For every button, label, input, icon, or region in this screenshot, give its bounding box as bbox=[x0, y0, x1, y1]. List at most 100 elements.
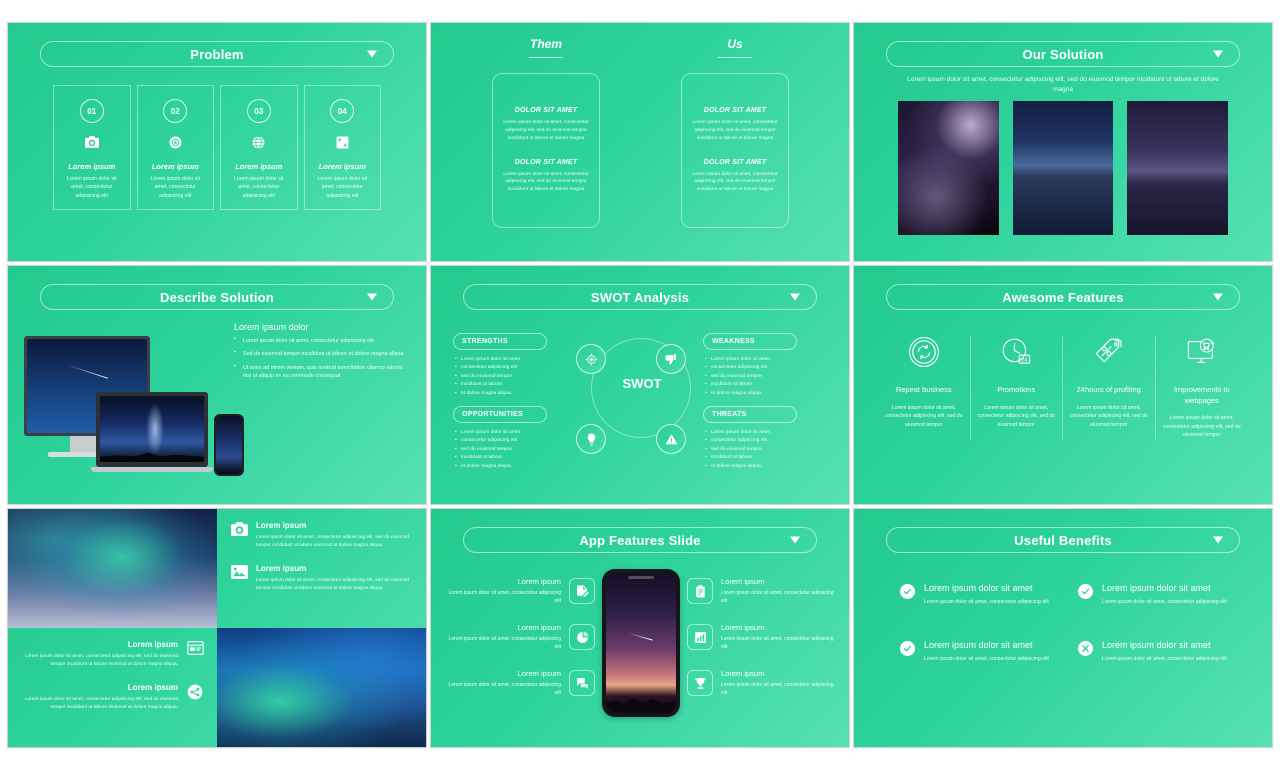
slide-title-pill[interactable]: SWOT Analysis bbox=[463, 284, 817, 310]
slide-problem[interactable]: Problem 01 Lorem ipsum Lorem ipsum dolor… bbox=[7, 22, 427, 262]
document-edit-icon[interactable] bbox=[569, 578, 595, 604]
slide-title-pill[interactable]: Our Solution bbox=[886, 41, 1240, 67]
list-item[interactable]: Lorem ipsum Lorem ipsum dolor sit amet, … bbox=[687, 577, 837, 605]
page-title: Problem bbox=[190, 46, 244, 62]
aurora-snowfield-photo[interactable] bbox=[8, 509, 217, 628]
list-item[interactable]: Lorem ipsum dolor sit amet Lorem ipsum d… bbox=[900, 640, 1064, 663]
camera-icon bbox=[229, 521, 249, 550]
trophy-icon[interactable] bbox=[687, 670, 713, 696]
picture-icon bbox=[229, 564, 249, 593]
benefit-heading: Lorem ipsum dolor sit amet bbox=[924, 583, 1033, 593]
card-heading: DOLOR SIT AMET bbox=[514, 158, 578, 166]
swot-label-opportunities[interactable]: OPPORTUNITIES bbox=[453, 406, 547, 423]
benefit-heading: Lorem ipsum dolor sit amet bbox=[1102, 583, 1211, 593]
chevron-down-icon[interactable] bbox=[1213, 293, 1223, 301]
comparison-card[interactable]: DOLOR SIT AMET Lorem ipsum dolor sit ame… bbox=[492, 73, 600, 228]
list-item-body: Lorem ipsum dolor sit amet, consectetur … bbox=[24, 654, 178, 667]
comparison-card[interactable]: DOLOR SIT AMET Lorem ipsum dolor sit ame… bbox=[681, 73, 789, 228]
bar-chart-doc-icon[interactable] bbox=[687, 624, 713, 650]
smartphone-mockup bbox=[214, 414, 244, 476]
slide-title-pill[interactable]: Awesome Features bbox=[886, 284, 1240, 310]
milky-way-photo[interactable] bbox=[898, 101, 999, 235]
check-circle-icon bbox=[900, 584, 915, 599]
slide-deck-grid: Problem 01 Lorem ipsum Lorem ipsum dolor… bbox=[0, 0, 1280, 760]
list-item[interactable]: 03 Lorem ipsum Lorem ipsum dolor sit ame… bbox=[220, 85, 298, 210]
slide-swot-analysis[interactable]: SWOT Analysis STRENGTHS Lorem ipsum dolo… bbox=[430, 265, 850, 505]
list-item[interactable]: Repeat business Lorem ipsum dolor sit am… bbox=[878, 336, 971, 440]
chevron-down-icon[interactable] bbox=[1213, 536, 1223, 544]
slide-title-pill[interactable]: Problem bbox=[40, 41, 394, 67]
benefit-body: Lorem ipsum dolor sit amet, consectetur … bbox=[1102, 656, 1227, 663]
slide-title-pill[interactable]: Describe Solution bbox=[40, 284, 394, 310]
swot-label-weakness[interactable]: WEAKNESS bbox=[703, 333, 797, 350]
slide-awesome-features[interactable]: Awesome Features Repeat business Lorem i… bbox=[853, 265, 1273, 505]
card-body: Lorem ipsum dolor sit amet, consectetur … bbox=[503, 120, 589, 141]
lightbulb-icon[interactable] bbox=[576, 424, 606, 454]
list-item[interactable]: Lorem ipsum Lorem ipsum dolor sit amet, … bbox=[445, 669, 595, 697]
slide-our-solution[interactable]: Our Solution Lorem ipsum dolor sit amet,… bbox=[853, 22, 1273, 262]
smartphone-sunset-mockup bbox=[602, 569, 680, 717]
slide-title-pill[interactable]: Useful Benefits bbox=[886, 527, 1240, 553]
app-feature-list-left: Lorem ipsum Lorem ipsum dolor sit amet, … bbox=[445, 577, 595, 715]
list-item-heading: Lorem ipsum bbox=[721, 623, 765, 632]
swot-list-threats: Lorem ipsum dolor sit amet consectetur a… bbox=[705, 429, 801, 472]
list-item[interactable]: 04 Lorem ipsum Lorem ipsum dolor sit ame… bbox=[303, 85, 381, 210]
pie-chart-icon[interactable] bbox=[569, 624, 595, 650]
list-item-body: Lorem ipsum dolor sit amet, consectetur … bbox=[721, 636, 834, 650]
list-item-body: Lorem ipsum dolor sit amet, consectetur … bbox=[721, 590, 834, 604]
list-item-body: Lorem ipsum dolor sit amet, consectetur … bbox=[150, 176, 201, 199]
problem-card-list: 01 Lorem ipsum Lorem ipsum dolor sit ame… bbox=[53, 85, 381, 210]
list-item[interactable]: Lorem ipsum Lorem ipsum dolor sit amet, … bbox=[687, 669, 837, 697]
list-item[interactable]: Lorem ipsum dolor sit amet Lorem ipsum d… bbox=[1078, 583, 1242, 606]
step-number-badge: 03 bbox=[246, 99, 271, 123]
warning-icon[interactable] bbox=[656, 424, 686, 454]
check-circle-icon bbox=[900, 641, 915, 657]
list-item[interactable]: Lorem ipsum Lorem ipsum dolor sit amet, … bbox=[229, 564, 414, 593]
list-item[interactable]: Lorem ipsum Lorem ipsum dolor sit amet, … bbox=[20, 683, 205, 712]
page-title: SWOT Analysis bbox=[590, 289, 690, 305]
list-item[interactable]: Lorem ipsum Lorem ipsum dolor sit amet, … bbox=[687, 623, 837, 651]
quad-text-panel-bottom: Lorem ipsum Lorem ipsum dolor sit amet, … bbox=[8, 628, 217, 747]
clipboard-icon[interactable] bbox=[687, 578, 713, 604]
chevron-down-icon[interactable] bbox=[1213, 50, 1223, 58]
chevron-down-icon[interactable] bbox=[367, 50, 377, 58]
chat-bubbles-icon[interactable] bbox=[569, 670, 595, 696]
chevron-down-icon[interactable] bbox=[790, 536, 800, 544]
clock-24h-icon: 24 bbox=[1000, 336, 1032, 368]
list-item[interactable]: Lorem ipsum Lorem ipsum dolor sit amet, … bbox=[445, 623, 595, 651]
slide-image-quad[interactable]: Lorem ipsum Lorem ipsum dolor sit amet, … bbox=[7, 508, 427, 748]
list-item[interactable]: 02 Lorem ipsum Lorem ipsum dolor sit ame… bbox=[136, 85, 214, 210]
list-item[interactable]: Lorem ipsum dolor sit amet Lorem ipsum d… bbox=[900, 583, 1064, 606]
target-icon[interactable] bbox=[576, 344, 606, 374]
aurora-mountain-photo[interactable] bbox=[217, 628, 426, 747]
list-item: consectetur adipiscing elit bbox=[455, 437, 551, 446]
benefit-body: Lorem ipsum dolor sit amet, consectetur … bbox=[1102, 599, 1227, 605]
slide-title-pill[interactable]: App Features Slide bbox=[463, 527, 817, 553]
list-item: incididunt ut labore bbox=[705, 381, 801, 390]
chevron-down-icon[interactable] bbox=[367, 293, 377, 301]
list-item[interactable]: 24hours of profiting Lorem ipsum dolor s… bbox=[1063, 336, 1156, 440]
list-item-body: Lorem ipsum dolor sit amet, consectetur … bbox=[448, 590, 561, 604]
list-item[interactable]: Lorem ipsum Lorem ipsum dolor sit amet, … bbox=[229, 521, 414, 550]
slide-describe-solution[interactable]: Describe Solution Lorem ipsum dolor Lore… bbox=[7, 265, 427, 505]
check-circle-icon bbox=[1078, 584, 1093, 599]
list-item[interactable]: Lorem ipsum dolor sit amet Lorem ipsum d… bbox=[1078, 640, 1242, 663]
thumbs-down-icon[interactable] bbox=[656, 344, 686, 374]
list-item[interactable]: Improvements to webpages Lorem ipsum dol… bbox=[1156, 336, 1249, 440]
chevron-down-icon[interactable] bbox=[790, 293, 800, 301]
list-item: Lorem ipsum dolor sit amet bbox=[455, 429, 551, 438]
list-item-body: Lorem ipsum dolor sit amet, consectetur … bbox=[233, 176, 284, 199]
swot-label-strengths[interactable]: STRENGTHS bbox=[453, 333, 547, 350]
twilight-lake-photo[interactable] bbox=[1127, 101, 1229, 235]
mountain-lake-photo[interactable] bbox=[1012, 101, 1114, 235]
page-title: Awesome Features bbox=[1002, 289, 1124, 305]
slide-them-vs-us[interactable]: Them DOLOR SIT AMET Lorem ipsum dolor si… bbox=[430, 22, 850, 262]
list-item[interactable]: Lorem ipsum Lorem ipsum dolor sit amet, … bbox=[445, 577, 595, 605]
swot-label-threats[interactable]: THREATS bbox=[703, 406, 797, 423]
bullet-item: Lorem ipsum dolor sit amet, consectetur … bbox=[234, 336, 412, 345]
slide-app-features[interactable]: App Features Slide Lorem ipsum Lorem ips… bbox=[430, 508, 850, 748]
list-item[interactable]: 01 Lorem ipsum Lorem ipsum dolor sit ame… bbox=[53, 85, 131, 210]
list-item[interactable]: Lorem ipsum Lorem ipsum dolor sit amet, … bbox=[20, 640, 205, 669]
slide-useful-benefits[interactable]: Useful Benefits Lorem ipsum dolor sit am… bbox=[853, 508, 1273, 748]
list-item[interactable]: 24 Promotions Lorem ipsum dolor sit amet… bbox=[971, 336, 1063, 440]
